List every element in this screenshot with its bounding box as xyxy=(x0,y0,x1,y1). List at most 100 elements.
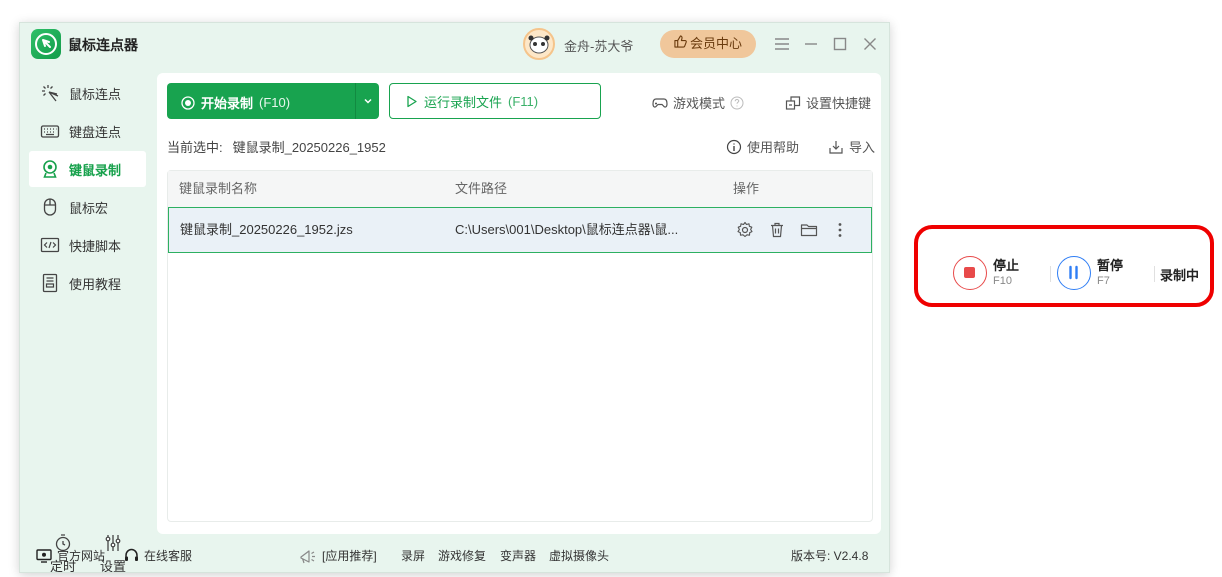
game-mode-toggle[interactable]: 游戏模式 xyxy=(652,93,744,112)
minimize-icon[interactable] xyxy=(801,34,821,54)
app-window: 鼠标连点器 金舟-苏大爷 会员中心 鼠标连点 键盘连点 键鼠录制 鼠标宏 快捷脚… xyxy=(19,22,890,573)
chevron-down-icon[interactable] xyxy=(356,83,379,119)
app-logo-icon xyxy=(31,29,61,59)
vip-center-button[interactable]: 会员中心 xyxy=(660,30,756,58)
row-file-path: C:\Users\001\Desktop\鼠标连点器\鼠... xyxy=(455,222,679,237)
pause-icon xyxy=(1069,265,1078,280)
app-recommend-label: [应用推荐] xyxy=(322,549,377,563)
recorder-divider xyxy=(1050,266,1051,282)
official-website-link[interactable]: 官方网站 xyxy=(36,547,105,564)
set-hotkey-button[interactable]: 设置快捷键 xyxy=(785,93,871,112)
menu-icon[interactable] xyxy=(772,34,792,54)
game-mode-label: 游戏模式 xyxy=(673,96,726,111)
website-icon xyxy=(36,548,52,563)
recording-status: 录制中 xyxy=(1160,268,1200,283)
more-options-icon[interactable] xyxy=(830,220,850,240)
recommend-app-voice-changer[interactable]: 变声器 xyxy=(500,547,536,564)
gamepad-icon xyxy=(652,95,668,111)
import-label: 导入 xyxy=(849,140,876,155)
current-selection: 当前选中: 键鼠录制_20250226_1952 xyxy=(167,137,396,156)
sidebar-item-label: 快捷脚本 xyxy=(69,238,122,254)
app-recommend: [应用推荐] xyxy=(299,547,377,564)
column-header-path: 文件路径 xyxy=(455,181,508,196)
online-service-label: 在线客服 xyxy=(144,549,193,563)
help-label: 使用帮助 xyxy=(747,140,800,155)
stop-icon xyxy=(964,267,975,278)
version-label: 版本号: V2.4.8 xyxy=(791,549,869,563)
keyboard-icon xyxy=(40,121,60,141)
question-icon[interactable] xyxy=(730,96,744,110)
sidebar-item-label: 键鼠录制 xyxy=(69,162,122,178)
sidebar-item-mouse-macro[interactable]: 鼠标宏 xyxy=(29,189,146,225)
run-record-file-button[interactable]: 运行录制文件 (F11) xyxy=(389,83,601,119)
click-icon xyxy=(40,83,60,103)
sidebar-item-keyboard-click[interactable]: 键盘连点 xyxy=(29,113,146,149)
current-selection-value: 键鼠录制_20250226_1952 xyxy=(232,140,386,155)
maximize-icon[interactable] xyxy=(830,34,850,54)
script-icon xyxy=(40,235,60,255)
sidebar-item-label: 鼠标宏 xyxy=(69,200,109,216)
sidebar-item-label: 使用教程 xyxy=(69,276,122,292)
help-button[interactable]: 使用帮助 xyxy=(726,137,799,156)
start-record-button[interactable]: 开始录制 (F10) xyxy=(167,83,379,119)
table-row[interactable]: 键鼠录制_20250226_1952.jzs C:\Users\001\Desk… xyxy=(168,207,872,253)
official-website-label: 官方网站 xyxy=(57,549,106,563)
sidebar-item-label: 键盘连点 xyxy=(69,124,122,140)
recommend-app-screen-recorder[interactable]: 录屏 xyxy=(401,547,425,564)
folder-icon[interactable] xyxy=(799,220,819,240)
megaphone-icon xyxy=(299,548,317,564)
run-file-hotkey: (F11) xyxy=(508,93,539,109)
delete-icon[interactable] xyxy=(767,220,787,240)
recommend-app-virtual-camera[interactable]: 虚拟摄像头 xyxy=(549,547,609,564)
recommend-app-label: 游戏修复 xyxy=(438,549,487,563)
recommend-app-label: 变声器 xyxy=(500,549,537,563)
record-dot-icon xyxy=(181,95,195,110)
user-avatar[interactable] xyxy=(523,28,555,60)
sidebar-item-label: 鼠标连点 xyxy=(69,86,122,102)
play-icon xyxy=(405,95,418,108)
recommend-app-label: 虚拟摄像头 xyxy=(549,549,610,563)
start-record-hotkey: (F10) xyxy=(259,95,291,110)
username[interactable]: 金舟-苏大爷 xyxy=(564,36,633,55)
stop-record-button[interactable] xyxy=(953,256,987,290)
row-file-name: 键鼠录制_20250226_1952.jzs xyxy=(180,222,353,237)
import-icon xyxy=(828,139,844,155)
app-title: 鼠标连点器 xyxy=(68,37,138,53)
headset-icon xyxy=(124,548,139,563)
recorder-divider xyxy=(1154,266,1155,282)
run-file-text: 运行录制文件 xyxy=(424,94,503,110)
stop-label: 停止 xyxy=(993,258,1020,273)
pause-hotkey: F7 xyxy=(1097,275,1110,287)
set-hotkey-label: 设置快捷键 xyxy=(806,96,872,111)
close-icon[interactable] xyxy=(860,34,880,54)
record-camera-icon xyxy=(40,159,60,179)
footer-bar: 官方网站 在线客服 [应用推荐] 录屏 游戏修复 变声器 虚拟摄像头 版本号: … xyxy=(20,534,889,572)
tutorial-icon xyxy=(40,273,60,293)
info-icon xyxy=(726,139,742,155)
thumbs-up-icon xyxy=(674,30,687,58)
start-record-label: 开始录制 (F10) xyxy=(181,93,290,112)
stop-hotkey: F10 xyxy=(993,275,1012,287)
mouse-icon xyxy=(40,197,60,217)
current-selection-prefix: 当前选中: xyxy=(167,140,223,155)
online-service-link[interactable]: 在线客服 xyxy=(124,547,192,564)
column-header-name: 键鼠录制名称 xyxy=(179,181,258,196)
sidebar-item-tutorial[interactable]: 使用教程 xyxy=(29,265,146,301)
hotkey-icon xyxy=(785,95,801,111)
version-info: 版本号: V2.4.8 xyxy=(791,547,868,564)
main-panel: 开始录制 (F10) 运行录制文件 (F11) 游戏模式 设置快捷键 当前选中:… xyxy=(157,73,881,534)
recording-control-panel: 停止 F10 暂停 F7 录制中 xyxy=(914,225,1214,307)
recordings-table: 键鼠录制名称 文件路径 操作 键鼠录制_20250226_1952.jzs C:… xyxy=(167,170,873,522)
sidebar-item-mouse-click[interactable]: 鼠标连点 xyxy=(29,75,146,111)
column-header-actions: 操作 xyxy=(733,181,760,196)
vip-center-label: 会员中心 xyxy=(689,36,742,51)
sidebar-item-quick-script[interactable]: 快捷脚本 xyxy=(29,227,146,263)
title-bar: 鼠标连点器 金舟-苏大爷 会员中心 xyxy=(20,23,889,65)
recommend-app-game-repair[interactable]: 游戏修复 xyxy=(438,547,486,564)
pause-label: 暂停 xyxy=(1097,258,1124,273)
pause-record-button[interactable] xyxy=(1057,256,1091,290)
sidebar-item-key-mouse-record[interactable]: 键鼠录制 xyxy=(29,151,146,187)
import-button[interactable]: 导入 xyxy=(828,137,875,156)
recommend-app-label: 录屏 xyxy=(401,549,426,563)
settings-gear-icon[interactable] xyxy=(735,220,755,240)
